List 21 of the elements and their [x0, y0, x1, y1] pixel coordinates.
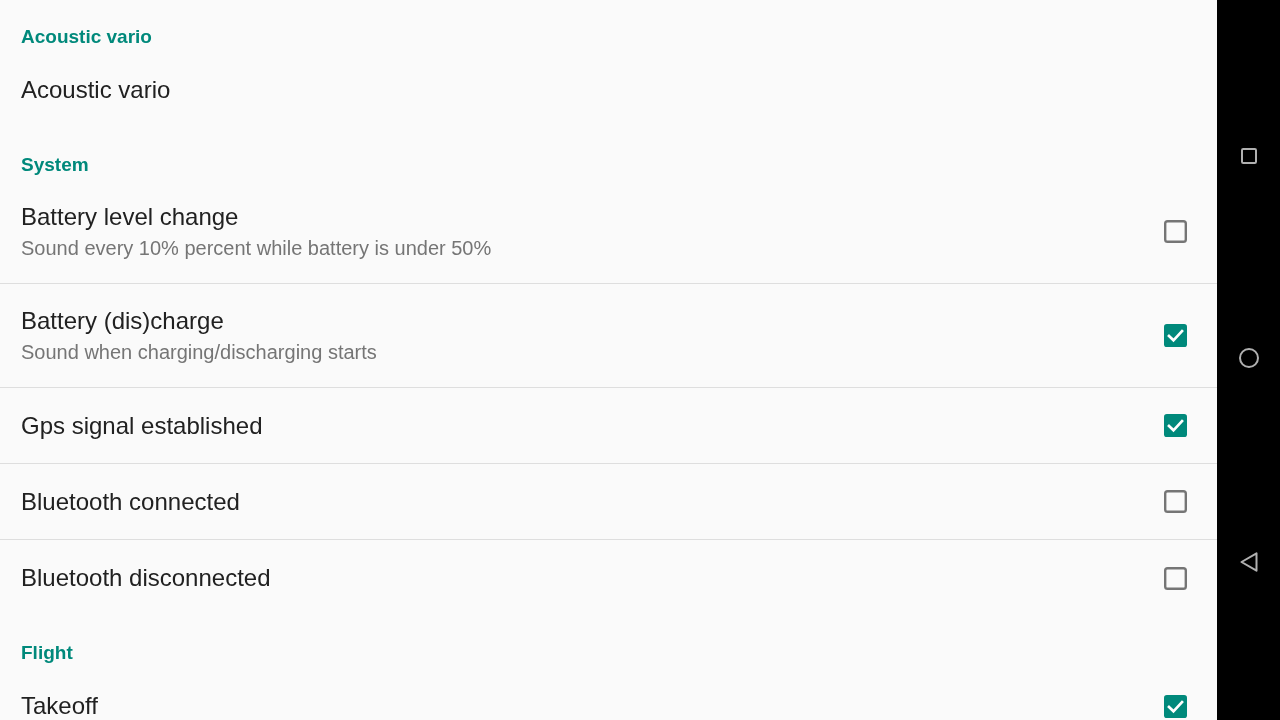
preference-summary: Sound when charging/discharging starts	[21, 340, 377, 365]
preference-summary: Sound every 10% percent while battery is under 50%	[21, 236, 492, 261]
preference-title: Battery level change	[21, 202, 239, 232]
circle-icon[interactable]	[1238, 348, 1259, 368]
checkbox[interactable]	[1164, 324, 1187, 347]
preference-title: Acoustic vario	[21, 75, 171, 105]
checkbox[interactable]	[1164, 220, 1187, 243]
square-icon[interactable]	[1240, 148, 1257, 164]
category-header: System	[21, 154, 89, 176]
preference-title: Takeoff	[21, 691, 98, 720]
preference-title: Gps signal established	[21, 410, 263, 441]
preference-title: Bluetooth disconnected	[21, 563, 271, 593]
preference-title: Battery (dis)charge	[21, 306, 224, 336]
category-header: Acoustic vario	[21, 26, 152, 48]
back-icon[interactable]	[1239, 552, 1258, 572]
category-header: Flight	[21, 642, 73, 664]
checkbox[interactable]	[1164, 414, 1187, 437]
preference-title: Bluetooth connected	[21, 486, 240, 517]
checkbox[interactable]	[1164, 566, 1187, 590]
checkbox[interactable]	[1164, 490, 1187, 513]
checkbox[interactable]	[1164, 694, 1187, 718]
